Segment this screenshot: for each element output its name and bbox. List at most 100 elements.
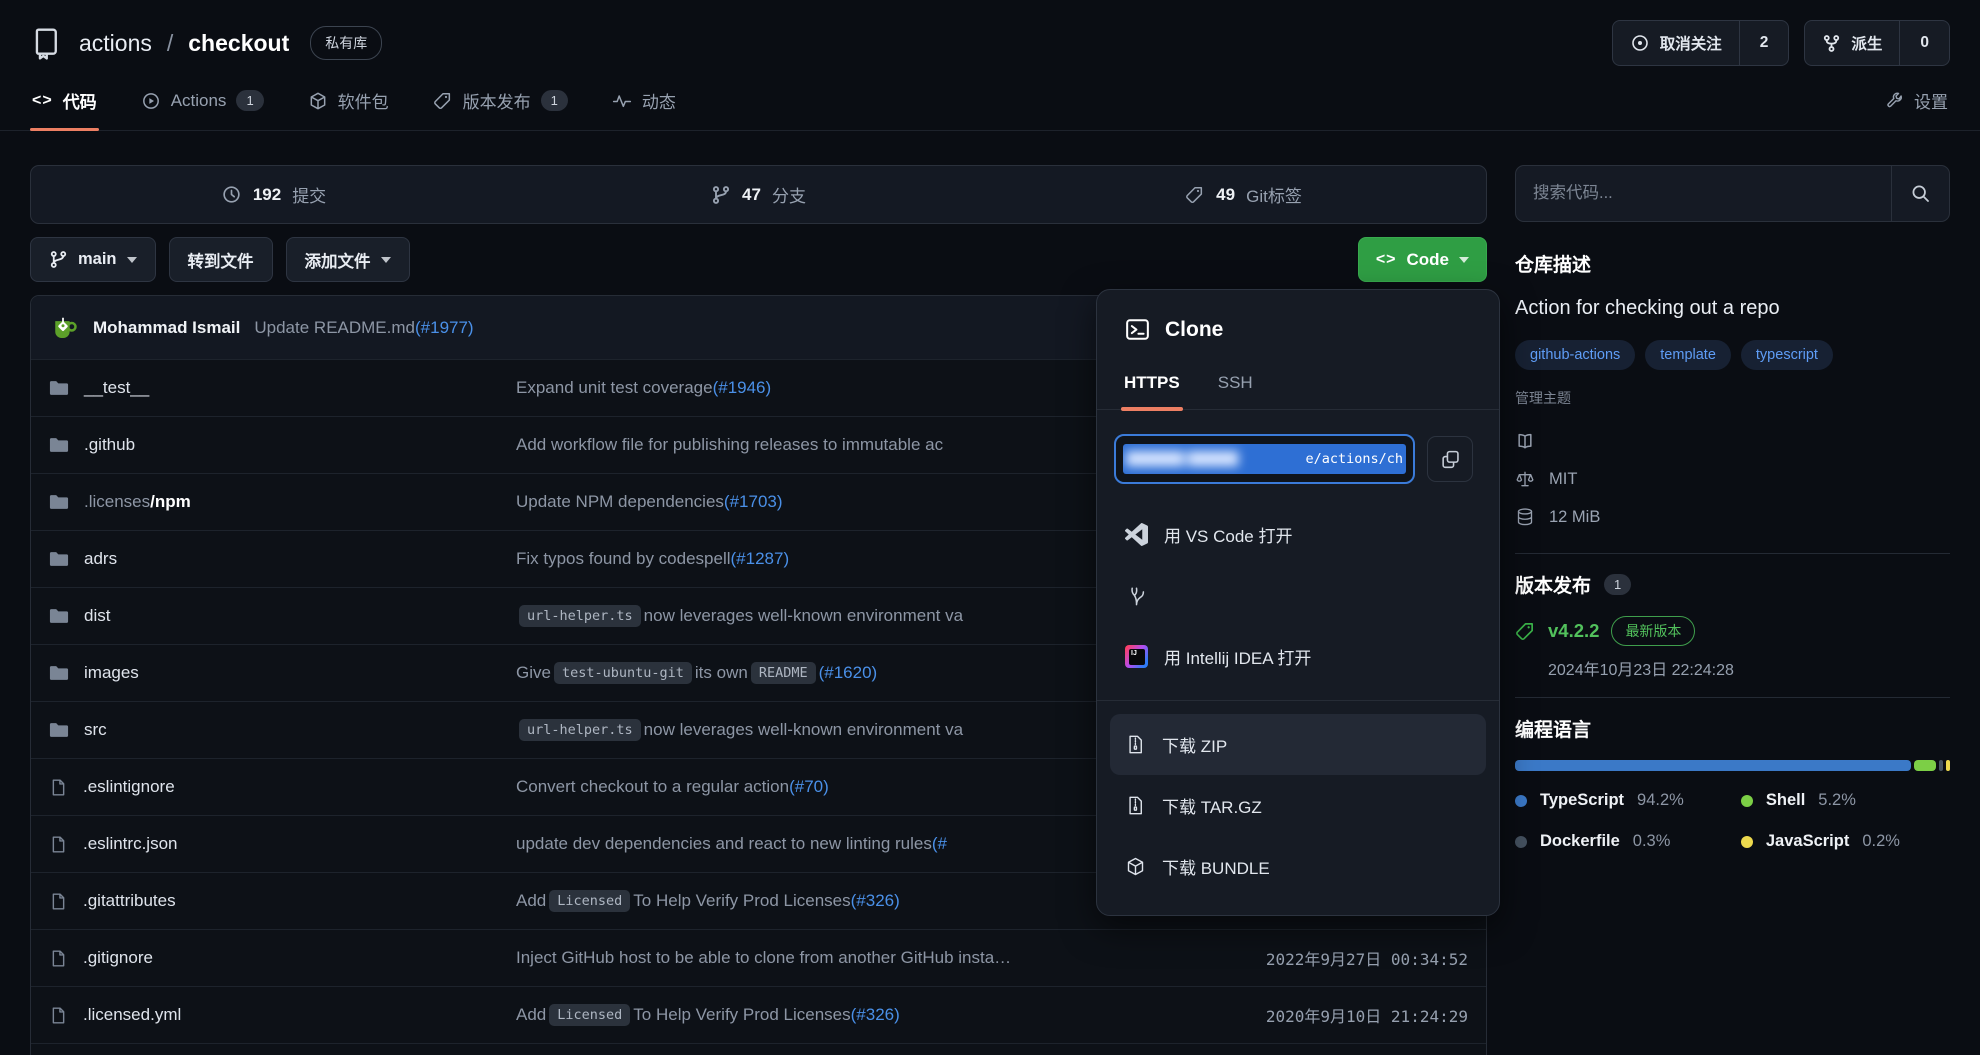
releases-heading-label[interactable]: 版本发布 bbox=[1515, 571, 1591, 598]
language-legend: TypeScript 94.2% Shell 5.2% Dockerfile 0… bbox=[1515, 791, 1950, 851]
commit-message[interactable]: Update README.md bbox=[254, 318, 415, 338]
tab-https[interactable]: HTTPS bbox=[1124, 373, 1180, 409]
tab-list: <> 代码 Actions1 软件包 版本发布1 动态 bbox=[30, 80, 678, 130]
forks-count[interactable]: 0 bbox=[1899, 21, 1949, 65]
tab-label: 版本发布 bbox=[463, 88, 531, 113]
unwatch-button[interactable]: 取消关注 2 bbox=[1612, 20, 1790, 66]
tab-packages[interactable]: 软件包 bbox=[306, 80, 391, 130]
code-chip: Licensed bbox=[549, 1004, 630, 1026]
language-legend-TypeScript: TypeScript 94.2% bbox=[1515, 791, 1741, 810]
commit-message-text: update dev dependencies and react to new… bbox=[516, 834, 932, 854]
commit-issue-link[interactable]: (#1977) bbox=[415, 318, 474, 338]
clone-url-input[interactable]: ██████▉██▍███▉████ e/actions/ch bbox=[1114, 434, 1415, 484]
language-dot bbox=[1515, 836, 1527, 848]
language-name: Dockerfile bbox=[1540, 832, 1620, 851]
commit-author-name[interactable]: Mohammad Ismail bbox=[93, 318, 240, 338]
code-search-box bbox=[1515, 165, 1950, 222]
menu-item-label: 下载 TAR.GZ bbox=[1162, 793, 1262, 818]
meta-book[interactable]: 自述文档 bbox=[1515, 422, 1950, 460]
download-item-2[interactable]: 下载 BUNDLE bbox=[1110, 836, 1486, 897]
history-icon bbox=[221, 184, 242, 205]
language-legend-Shell: Shell 5.2% bbox=[1741, 791, 1950, 810]
issue-link[interactable]: (#1287) bbox=[731, 549, 790, 569]
topic-github-actions[interactable]: github-actions bbox=[1515, 340, 1635, 370]
language-name: Shell bbox=[1766, 791, 1805, 810]
file-name[interactable]: .eslintignore bbox=[49, 777, 516, 797]
issue-link[interactable]: (#326) bbox=[851, 1005, 900, 1025]
file-commit-message[interactable]: Add Licensed To Help Verify Prod License… bbox=[516, 1004, 1216, 1026]
file-name[interactable]: .licensed.yml bbox=[49, 1005, 516, 1025]
language-dot bbox=[1741, 795, 1753, 807]
search-button[interactable] bbox=[1891, 166, 1949, 221]
fork-button[interactable]: 派生 0 bbox=[1804, 20, 1950, 66]
commit-message-text: Add bbox=[516, 891, 546, 911]
code-button-label: Code bbox=[1407, 250, 1450, 270]
open-with-item-2[interactable]: IJ 用 Intellij IDEA 打开 bbox=[1110, 626, 1486, 687]
issue-link[interactable]: (#1620) bbox=[819, 663, 878, 683]
tab-actions[interactable]: Actions1 bbox=[139, 80, 266, 130]
download-item-0[interactable]: 下载 ZIP bbox=[1110, 714, 1486, 775]
file-name[interactable]: __test__ bbox=[49, 378, 516, 398]
commit-message-text: Give bbox=[516, 663, 551, 683]
language-segment-Shell bbox=[1914, 760, 1936, 771]
file-icon bbox=[49, 949, 68, 968]
issue-link[interactable]: (#70) bbox=[789, 777, 829, 797]
stat-提交[interactable]: 192 提交 bbox=[31, 182, 516, 207]
download-item-1[interactable]: 下载 TAR.GZ bbox=[1110, 775, 1486, 836]
file-commit-date: 2022年9月27日 00:34:52 bbox=[1216, 946, 1468, 970]
watchers-count[interactable]: 2 bbox=[1739, 21, 1789, 65]
open-with-item-0[interactable]: 用 VS Code 打开 bbox=[1110, 504, 1486, 565]
goto-file-button[interactable]: 转到文件 bbox=[169, 237, 273, 282]
tab-activity[interactable]: 动态 bbox=[610, 80, 678, 130]
code-chip: README bbox=[751, 662, 816, 684]
file-name[interactable]: adrs bbox=[49, 549, 516, 569]
issue-link[interactable]: (#1703) bbox=[724, 492, 783, 512]
code-search-input[interactable] bbox=[1516, 166, 1891, 221]
tab-label: 动态 bbox=[642, 88, 676, 113]
release-version-link[interactable]: v4.2.2 bbox=[1548, 620, 1599, 642]
issue-link[interactable]: (#1946) bbox=[713, 378, 772, 398]
repo-owner-link[interactable]: actions bbox=[79, 30, 152, 57]
language-name: TypeScript bbox=[1540, 791, 1624, 810]
repo-name-link[interactable]: checkout bbox=[188, 30, 289, 57]
branch-selector[interactable]: main bbox=[30, 237, 156, 282]
file-commit-message[interactable]: Inject GitHub host to be able to clone f… bbox=[516, 948, 1216, 968]
file-name[interactable]: src bbox=[49, 720, 516, 740]
add-file-label: 添加文件 bbox=[305, 248, 371, 272]
issue-link[interactable]: (# bbox=[932, 834, 947, 854]
repo-icon bbox=[30, 26, 64, 60]
file-name[interactable]: images bbox=[49, 663, 516, 683]
commit-author-avatar[interactable] bbox=[49, 313, 79, 343]
code-button[interactable]: <> Code bbox=[1358, 237, 1487, 282]
stat-Git标签[interactable]: 49 Git标签 bbox=[1001, 182, 1486, 207]
repo-header: actions / checkout 私有库 取消关注 2 bbox=[0, 0, 1980, 66]
tab-releases[interactable]: 版本发布1 bbox=[431, 80, 570, 130]
topic-list: github-actions template typescript bbox=[1515, 340, 1950, 370]
menu-item-label: 下载 BUNDLE bbox=[1162, 854, 1270, 879]
open-with-item-1[interactable]: 用 VSCodium 打开 bbox=[1110, 565, 1486, 626]
folder-icon bbox=[49, 720, 69, 740]
stat-分支[interactable]: 47 分支 bbox=[516, 182, 1001, 207]
tab-ssh[interactable]: SSH bbox=[1218, 373, 1253, 409]
file-name[interactable]: dist bbox=[49, 606, 516, 626]
code-chip: Licensed bbox=[549, 890, 630, 912]
file-name[interactable]: .gitignore bbox=[49, 948, 516, 968]
meta-law[interactable]: MIT bbox=[1515, 460, 1950, 498]
copy-url-button[interactable] bbox=[1427, 436, 1473, 482]
tab-settings[interactable]: 设置 bbox=[1883, 80, 1950, 130]
file-name[interactable]: .gitattributes bbox=[49, 891, 516, 911]
topic-template[interactable]: template bbox=[1645, 340, 1731, 370]
file-name[interactable]: .eslintrc.json bbox=[49, 834, 516, 854]
meta-database[interactable]: 12 MiB bbox=[1515, 498, 1950, 536]
topic-typescript[interactable]: typescript bbox=[1741, 340, 1833, 370]
tab-code[interactable]: <> 代码 bbox=[30, 80, 99, 130]
commit-message-text: Add workflow file for publishing release… bbox=[516, 435, 943, 455]
search-icon bbox=[1910, 183, 1931, 204]
manage-topics-link[interactable]: 管理主题 bbox=[1515, 388, 1950, 408]
add-file-button[interactable]: 添加文件 bbox=[286, 237, 410, 282]
issue-link[interactable]: (#326) bbox=[851, 891, 900, 911]
file-name[interactable]: .github bbox=[49, 435, 516, 455]
file-name[interactable]: .licenses/npm bbox=[49, 492, 516, 512]
table-row: .gitignore Inject GitHub host to be able… bbox=[31, 929, 1486, 986]
visibility-badge: 私有库 bbox=[310, 26, 382, 60]
